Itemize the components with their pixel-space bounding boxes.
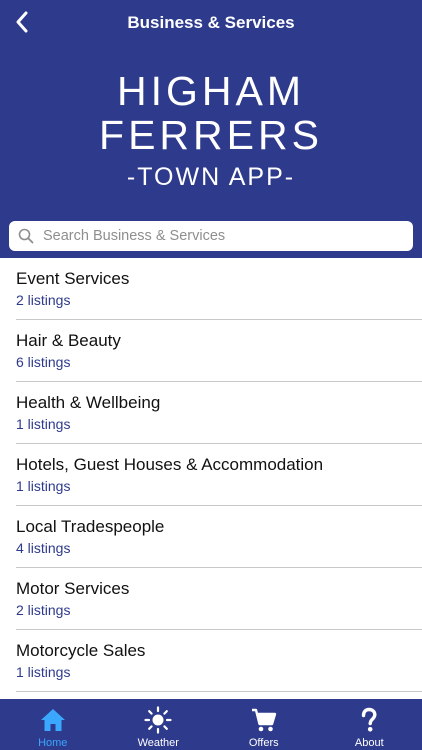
listing-count: 1 listings [16, 416, 71, 432]
town-app-logo: HIGHAM FERRERS -TOWN APP- [0, 69, 422, 195]
category-name: Motorcycle Sales [16, 641, 146, 660]
tab-label: Offers [248, 737, 279, 749]
listing-count: 2 listings [16, 602, 71, 618]
tab-offers[interactable]: Offers [211, 699, 317, 750]
tab-home[interactable]: Home [0, 699, 106, 750]
hero-banner: HIGHAM FERRERS -TOWN APP- [0, 45, 422, 258]
logo-line-2: FERRERS [99, 112, 323, 158]
search-bar[interactable] [9, 221, 413, 251]
tab-bar: Home Weather Offers About [0, 699, 422, 750]
category-name: Health & Wellbeing [16, 393, 161, 412]
tab-label: About [354, 737, 384, 749]
list-item[interactable]: Health & Wellbeing 1 listings [16, 382, 422, 444]
search-icon [18, 228, 34, 244]
listing-count: 1 listings [16, 664, 71, 680]
list-item[interactable]: Event Services 2 listings [16, 258, 422, 320]
question-icon [362, 707, 377, 732]
list-item[interactable]: Hair & Beauty 6 listings [16, 320, 422, 382]
category-name: Hair & Beauty [16, 331, 121, 350]
listing-count: 1 listings [16, 478, 71, 494]
listing-count: 4 listings [16, 540, 71, 556]
cart-icon [251, 708, 276, 732]
logo-line-1: HIGHAM [117, 68, 305, 114]
home-icon [40, 709, 65, 731]
list-item[interactable]: Hotels, Guest Houses & Accommodation 1 l… [16, 444, 422, 506]
category-list: Event Services 2 listings Hair & Beauty … [0, 258, 422, 692]
tab-about[interactable]: About [317, 699, 422, 750]
list-item[interactable]: Motorcycle Sales 1 listings [16, 630, 422, 692]
navigation-bar: Business & Services [0, 0, 422, 46]
list-item[interactable]: Local Tradespeople 4 listings [16, 506, 422, 568]
logo-line-3: -TOWN APP- [126, 163, 296, 191]
listing-count: 6 listings [16, 354, 71, 370]
tab-label: Weather [137, 737, 179, 749]
sun-icon [144, 706, 172, 734]
tab-weather[interactable]: Weather [106, 699, 212, 750]
tab-label: Home [38, 737, 68, 749]
list-item[interactable]: Motor Services 2 listings [16, 568, 422, 630]
category-name: Motor Services [16, 579, 130, 598]
listing-count: 2 listings [16, 292, 71, 308]
page-title: Business & Services [127, 13, 295, 32]
category-name: Event Services [16, 269, 130, 288]
category-name: Hotels, Guest Houses & Accommodation [16, 455, 324, 474]
category-name: Local Tradespeople [16, 517, 165, 536]
search-input[interactable] [41, 227, 413, 245]
